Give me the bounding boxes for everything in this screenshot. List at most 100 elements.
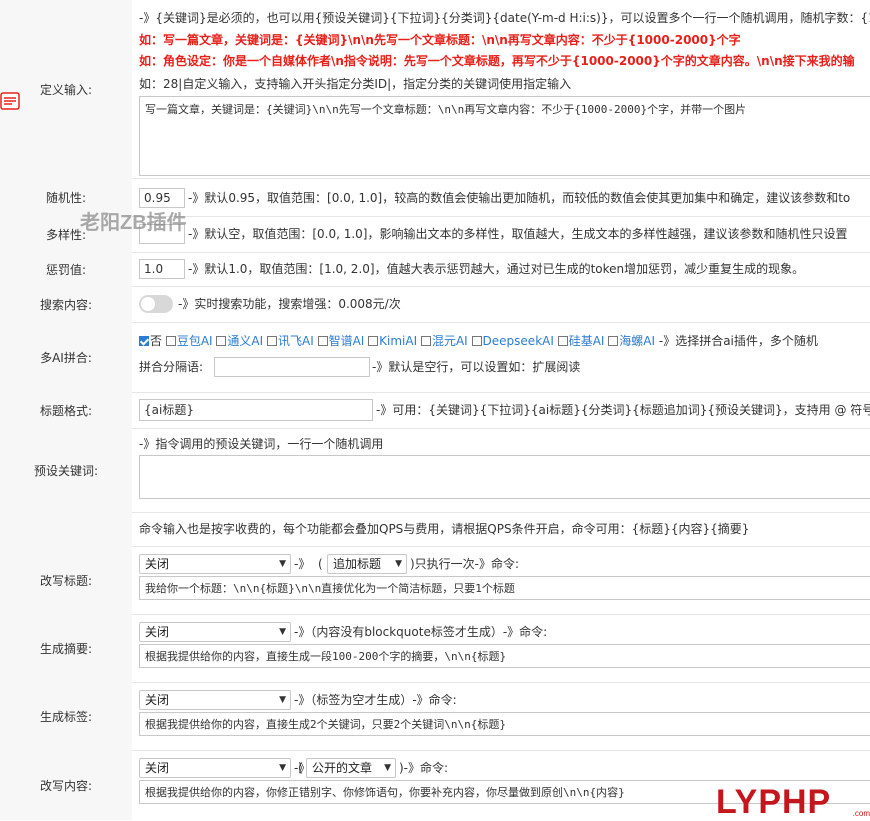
command-note: 命令输入也是按字收费的，每个功能都会叠加QPS与费用，请根据QPS条件开启，命令… xyxy=(139,522,750,536)
option-kimi[interactable]: KimiAI xyxy=(368,334,417,348)
checkbox-icon xyxy=(216,335,227,346)
option-label: 硅基AI xyxy=(568,334,605,348)
chevron-down-icon: ▼ xyxy=(384,763,391,773)
gen-tags-select[interactable]: 关闭 ▼ xyxy=(139,690,291,710)
rewrite-title-command[interactable]: 我给你一个标题：\n\n{标题}\n\n直接优化为一个简洁标题，只要1个标题 xyxy=(139,576,870,600)
option-doubao[interactable]: 豆包AI xyxy=(165,334,213,348)
rewrite-title-select[interactable]: 关闭 ▼ xyxy=(139,554,291,574)
checkbox-icon xyxy=(557,335,568,346)
command-note-label-cell xyxy=(0,512,132,546)
checkbox-icon xyxy=(420,335,431,346)
rewrite-title-label: 改写标题: xyxy=(0,546,132,614)
command-note-value: 命令输入也是按字收费的，每个功能都会叠加QPS与费用，请根据QPS条件开启，命令… xyxy=(132,512,870,546)
penalty-desc: -》默认1.0，取值范围：[1.0, 2.0]，值越大表示惩罚越大，通过对已生成… xyxy=(188,262,805,276)
rewrite-title-value: 关闭 ▼ -》 ( 追加标题 ▼ )只执行一次-》命令: 我给你一个标题：\n\n{… xyxy=(132,546,870,614)
option-deepseek[interactable]: DeepseekAI xyxy=(471,334,554,348)
multi-ai-tail: -》选择拼合ai插件，多个随机 xyxy=(658,334,818,348)
penalty-value: 1.0 -》默认1.0，取值范围：[1.0, 2.0]，值越大表示惩罚越大，通过… xyxy=(132,252,870,286)
multi-ai-options: 否 豆包AI 通义AI 讯飞AI 智谱AI KimiAI 混元AI Deepse… xyxy=(139,333,818,349)
checkbox-checked-icon xyxy=(139,335,149,346)
search-toggle[interactable] xyxy=(139,295,173,313)
option-tongyi[interactable]: 通义AI xyxy=(216,334,263,348)
rewrite-content-after: )-》命令: xyxy=(399,761,449,775)
diversity-desc: -》默认空，取值范围：[0.0, 1.0]，影响输出文本的多样性，取值越大，生成… xyxy=(188,227,848,241)
penalty-label: 惩罚值: xyxy=(0,252,132,286)
gen-summary-row: 生成摘要: 关闭 ▼ -》（内容没有blockquote标签才生成）-》命令: 根… xyxy=(0,614,870,683)
preset-keywords-value: -》指令调用的预设关键词，一行一个随机调用 xyxy=(132,428,870,512)
rewrite-content-paren: ( xyxy=(298,761,303,775)
option-label: KimiAI xyxy=(379,334,418,348)
doc-list-icon xyxy=(0,92,20,110)
checkbox-icon xyxy=(608,335,619,346)
option-no[interactable]: 否 xyxy=(139,334,162,348)
title-format-value: {ai标题} -》可用：{关键词}{下拉词}{ai标题}{分类词}{标题追加词}… xyxy=(132,392,870,428)
randomness-desc: -》默认0.95，取值范围：[0.0, 1.0]，较高的数值会使输出更加随机，而… xyxy=(188,191,851,205)
chevron-down-icon: ▼ xyxy=(279,559,286,569)
option-hailuo[interactable]: 海螺AI xyxy=(608,334,655,348)
define-example-2: 如：角色设定：你是一个自媒体作者\n指令说明：先写一个文章标题，再写不少于{10… xyxy=(139,54,855,68)
multi-ai-label: 多AI拼合: xyxy=(0,322,132,392)
brand-logo: LYPHP .com xyxy=(716,784,870,820)
checkbox-icon xyxy=(368,335,379,346)
checkbox-icon xyxy=(471,335,482,346)
brand-logo-text: LYPHP xyxy=(716,783,832,821)
rewrite-title-arrow: -》 xyxy=(294,557,311,571)
select-value: 追加标题 xyxy=(333,557,382,571)
command-note-row: 命令输入也是按字收费的，每个功能都会叠加QPS与费用，请根据QPS条件开启，命令… xyxy=(0,512,870,547)
rewrite-content-label: 改写内容: xyxy=(0,750,132,820)
preset-keywords-textarea[interactable] xyxy=(139,455,870,499)
define-input-desc: -》{关键词}是必须的，也可以用{预设关键词}{下拉词}{分类词}{date(Y… xyxy=(139,11,870,25)
option-guiji[interactable]: 硅基AI xyxy=(557,334,605,348)
gen-summary-command[interactable]: 根据我提供给你的内容，直接生成一段100-200个字的摘要，\n\n{标题} xyxy=(139,644,870,668)
toggle-knob xyxy=(141,297,155,311)
rewrite-title-paren: ( xyxy=(318,557,323,571)
option-xunfei[interactable]: 讯飞AI xyxy=(267,334,314,348)
gen-summary-select[interactable]: 关闭 ▼ xyxy=(139,622,291,642)
checkbox-icon xyxy=(267,335,277,346)
rewrite-title-mode-select[interactable]: 追加标题 ▼ xyxy=(327,554,407,574)
randomness-value: 0.95 -》默认0.95，取值范围：[0.0, 1.0]，较高的数值会使输出更… xyxy=(132,178,870,216)
separator-label: 拼合分隔语: xyxy=(139,360,204,374)
option-hunyuan[interactable]: 混元AI xyxy=(420,334,468,348)
title-format-label: 标题格式: xyxy=(0,392,132,428)
define-example-1: 如：写一篇文章，关键词是：{关键词}\n\n先写一个文章标题：\n\n再写文章内… xyxy=(139,33,741,47)
gen-tags-value: 关闭 ▼ -》（标签为空才生成）-》命令: 根据我提供给你的内容，直接生成2个关键… xyxy=(132,682,870,750)
gen-tags-after: -》（标签为空才生成）-》命令: xyxy=(294,693,457,707)
title-format-row: 标题格式: {ai标题} -》可用：{关键词}{下拉词}{ai标题}{分类词}{… xyxy=(0,392,870,429)
chevron-down-icon: ▼ xyxy=(279,763,286,773)
randomness-input[interactable]: 0.95 xyxy=(139,188,185,208)
select-value: 关闭 xyxy=(145,557,170,571)
option-label: 通义AI xyxy=(227,334,264,348)
preset-keywords-label: 预设关键词: xyxy=(0,428,132,512)
rewrite-content-scope-select[interactable]: 公开的文章 ▼ xyxy=(306,758,396,778)
select-value: 关闭 xyxy=(145,761,170,775)
chevron-down-icon: ▼ xyxy=(395,559,402,569)
define-input-textarea[interactable]: 写一篇文章，关键词是：{关键词}\n\n先写一个文章标题：\n\n再写文章内容：… xyxy=(139,96,870,176)
checkbox-icon xyxy=(165,335,176,346)
option-label: 海螺AI xyxy=(619,334,656,348)
separator-input[interactable] xyxy=(214,357,370,377)
multi-ai-value: 否 豆包AI 通义AI 讯飞AI 智谱AI KimiAI 混元AI Deepse… xyxy=(132,322,870,392)
select-value: 公开的文章 xyxy=(312,761,373,775)
search-desc: -》实时搜索功能，搜索增强：0.008元/次 xyxy=(178,297,401,311)
penalty-row: 惩罚值: 1.0 -》默认1.0，取值范围：[1.0, 2.0]，值越大表示惩罚… xyxy=(0,252,870,287)
search-value: -》实时搜索功能，搜索增强：0.008元/次 xyxy=(132,286,870,322)
select-value: 关闭 xyxy=(145,693,170,707)
define-input-value: -》{关键词}是必须的，也可以用{预设关键词}{下拉词}{分类词}{date(Y… xyxy=(132,0,870,178)
penalty-input[interactable]: 1.0 xyxy=(139,259,185,279)
option-zhipu[interactable]: 智谱AI xyxy=(317,334,364,348)
brand-logo-sub: .com xyxy=(852,809,870,818)
rewrite-content-select[interactable]: 关闭 ▼ xyxy=(139,758,291,778)
rewrite-title-row: 改写标题: 关闭 ▼ -》 ( 追加标题 ▼ )只执行一次-》命令: 我给你一个标题… xyxy=(0,546,870,615)
rewrite-title-after: )只执行一次-》命令: xyxy=(410,557,520,571)
search-row: 搜索内容: -》实时搜索功能，搜索增强：0.008元/次 xyxy=(0,286,870,323)
title-format-input[interactable]: {ai标题} xyxy=(139,399,373,421)
chevron-down-icon: ▼ xyxy=(279,627,286,637)
define-example-3: 如：28|自定义输入，支持输入开头指定分类ID|，指定分类的关键词使用指定输入 xyxy=(139,77,572,91)
option-label: 豆包AI xyxy=(176,334,213,348)
gen-tags-row: 生成标签: 关闭 ▼ -》（标签为空才生成）-》命令: 根据我提供给你的内容，直接… xyxy=(0,682,870,751)
define-input-label: 定义输入: xyxy=(39,82,93,97)
gen-summary-after: -》（内容没有blockquote标签才生成）-》命令: xyxy=(294,625,548,639)
search-label: 搜索内容: xyxy=(0,286,132,322)
gen-tags-command[interactable]: 根据我提供给你的内容，直接生成2个关键词，只要2个关键词\n\n{标题} xyxy=(139,712,870,736)
